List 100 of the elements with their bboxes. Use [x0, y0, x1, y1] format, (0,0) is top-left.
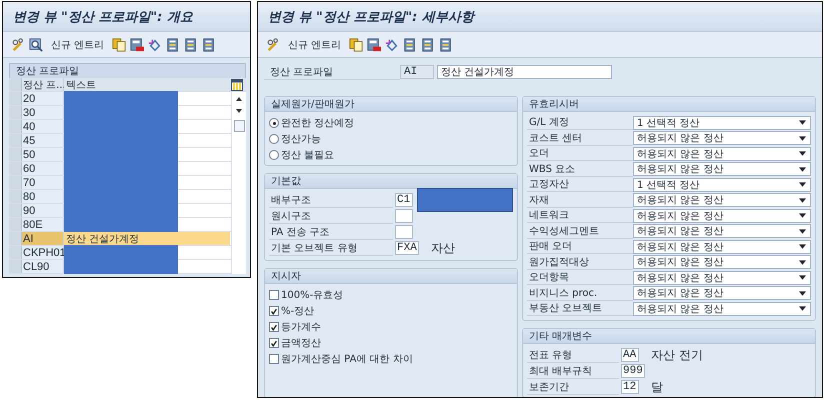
profile-code-field: AI — [400, 65, 434, 79]
column-settings-icon[interactable] — [231, 79, 243, 91]
delete-icon[interactable] — [367, 38, 382, 52]
caret-icon — [799, 120, 806, 126]
input-field[interactable]: 12 — [621, 380, 639, 394]
table-cell: 90 — [22, 204, 64, 217]
dropdown[interactable]: 1 선택적 정산 — [633, 116, 811, 130]
search-icon[interactable] — [29, 38, 43, 52]
input-field[interactable]: 999 — [621, 364, 645, 378]
table-cell: 80 — [22, 190, 64, 203]
dropdown[interactable]: 허용되지 않은 정산 — [633, 208, 811, 223]
dropdown[interactable]: 허용되지 않은 정산 — [633, 240, 811, 254]
table-cell: 20 — [22, 92, 64, 105]
table-cell: 70 — [22, 176, 64, 189]
table-cell: CL90 — [22, 260, 64, 273]
document-icon[interactable] — [439, 38, 454, 52]
new-entry-button[interactable]: 신규 엔트리 — [47, 38, 108, 52]
radio-label: 정산 불필요 — [281, 149, 334, 162]
section-title: 정산 프로파일 — [16, 65, 80, 78]
table-cell: 30 — [22, 106, 64, 119]
group-title: 기본값 — [271, 175, 301, 188]
document-icon[interactable] — [202, 38, 216, 52]
field-label: 전표 유형 — [527, 348, 619, 362]
window-title: 변경 뷰 "정산 프로파일": 세부사항 — [268, 8, 474, 26]
checkbox-label: 금액정산 — [281, 337, 321, 350]
window-title: 변경 뷰 "정산 프로파일": 개요 — [13, 8, 193, 26]
dropdown[interactable]: 허용되지 않은 정산 — [633, 286, 811, 300]
field-label: 최대 배부규칙 — [527, 364, 619, 378]
dropdown[interactable]: 허용되지 않은 정산 — [633, 270, 811, 285]
dropdown[interactable]: 1 선택적 정산 — [633, 178, 811, 192]
scrollbar[interactable] — [231, 92, 246, 274]
document-icon[interactable] — [403, 38, 418, 52]
checkbox[interactable] — [269, 354, 279, 364]
caret-icon — [799, 213, 806, 218]
checkbox[interactable] — [269, 338, 279, 348]
checkbox-label: %-정산 — [281, 305, 314, 318]
caret-icon — [799, 275, 806, 280]
field-note: 달 — [651, 378, 663, 396]
group-title: 실제원가/판매원가 — [271, 98, 354, 111]
field-note: 자산 전기 — [651, 346, 703, 364]
copy-icon[interactable] — [112, 38, 126, 52]
caret-icon — [799, 244, 806, 250]
field-label: PA 전송 구조 — [269, 224, 393, 240]
input-field[interactable] — [395, 225, 413, 239]
radio-label: 정산가능 — [281, 133, 321, 146]
checkbox[interactable] — [269, 290, 279, 300]
document-icon[interactable] — [184, 38, 198, 52]
dropdown[interactable]: 허용되지 않은 정산 — [633, 162, 811, 176]
column-header[interactable]: 정산 프... — [22, 78, 64, 91]
group-title: 기타 매개변수 — [529, 330, 592, 343]
delete-icon[interactable] — [130, 38, 144, 52]
caret-icon — [799, 166, 806, 172]
undo-icon[interactable] — [148, 38, 162, 52]
dropdown[interactable]: 허용되지 않은 정산 — [633, 193, 811, 208]
radio-button[interactable] — [269, 150, 279, 160]
checkbox-label: 원가계산중심 PA에 대한 차이 — [281, 353, 413, 366]
new-entry-button[interactable]: 신규 엔트리 — [284, 38, 346, 52]
table-cell: 50 — [22, 148, 64, 161]
input-field[interactable]: FXA — [395, 241, 419, 255]
document-icon[interactable] — [166, 38, 180, 52]
pencil-glasses-icon[interactable] — [266, 38, 280, 52]
field-label: 보존기간 — [527, 380, 619, 394]
dropdown[interactable]: 허용되지 않은 정산 — [633, 146, 811, 161]
copy-icon[interactable] — [349, 38, 364, 52]
scroll-thumb[interactable] — [234, 120, 244, 132]
field-label: 원시구조 — [269, 208, 393, 224]
dropdown[interactable]: 허용되지 않은 정산 — [633, 131, 811, 146]
table-cell: CKPH01 — [22, 246, 64, 259]
description-field[interactable]: 정산 건설가계정 — [437, 65, 612, 79]
pencil-glasses-icon[interactable] — [11, 38, 25, 52]
radio-label: 완전한 정산예정 — [281, 117, 354, 130]
table-cell: 60 — [22, 162, 64, 175]
group-title: 유효리시버 — [529, 98, 579, 111]
checkbox-label: 등가계수 — [281, 321, 321, 334]
caret-icon — [799, 290, 806, 296]
checkbox[interactable] — [269, 322, 279, 332]
group-title: 지시자 — [271, 270, 301, 283]
field-label: 기본 오브젝트 유형 — [269, 240, 393, 256]
field-label: 배부구조 — [269, 192, 393, 208]
scroll-down-icon[interactable] — [235, 108, 243, 114]
dropdown[interactable]: 허용되지 않은 정산 — [633, 302, 811, 316]
checkbox[interactable] — [269, 306, 279, 316]
caret-icon — [799, 136, 806, 141]
radio-button[interactable] — [269, 134, 279, 144]
table-cell: 40 — [22, 120, 64, 133]
caret-icon — [799, 151, 806, 156]
scroll-up-icon[interactable] — [235, 96, 243, 102]
radio-button[interactable] — [269, 118, 279, 128]
input-field[interactable]: C1 — [395, 193, 413, 207]
undo-icon[interactable] — [385, 38, 400, 52]
dropdown[interactable]: 허용되지 않은 정산 — [633, 224, 811, 238]
input-field[interactable]: AA — [621, 348, 639, 362]
document-icon[interactable] — [421, 38, 436, 52]
input-field[interactable] — [395, 209, 413, 223]
caret-icon — [799, 182, 806, 188]
table-cell: 80E — [22, 218, 64, 231]
field-note: 자산 — [430, 240, 455, 256]
caret-icon — [799, 306, 806, 312]
dropdown[interactable]: 허용되지 않은 정산 — [633, 255, 811, 270]
cell-text: 정산 건설가계정 — [66, 232, 140, 246]
